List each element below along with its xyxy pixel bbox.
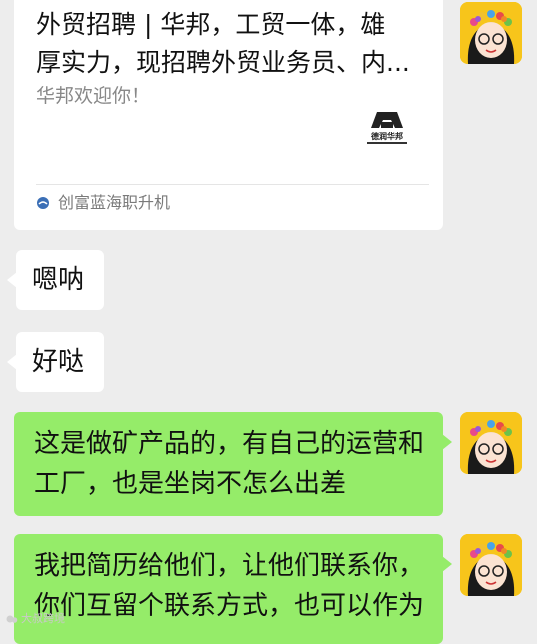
brand-logo-icon: 德润华邦 bbox=[363, 108, 411, 150]
link-card[interactable]: 外贸招聘 | 华邦，工贸一体，雄 厚实力，现招聘外贸业务员、内... 华邦欢迎你… bbox=[14, 0, 443, 230]
brand-logo-text: 德润华邦 bbox=[371, 132, 403, 141]
avatar-girl-icon bbox=[460, 412, 522, 474]
message-text: 嗯呐 bbox=[32, 265, 85, 295]
source-icon bbox=[37, 197, 49, 209]
card-title-line-1: 外贸招聘 | 华邦，工贸一体，雄 bbox=[36, 10, 386, 39]
card-source-label: 创富蓝海职升机 bbox=[58, 193, 171, 212]
message-bubble-received[interactable]: 好哒 bbox=[7, 332, 104, 392]
avatar-girl-icon bbox=[460, 2, 522, 64]
message-text-line-1: 这是做矿产品的，有自己的运营和 bbox=[34, 429, 425, 459]
message-bubble-received[interactable]: 嗯呐 bbox=[7, 250, 104, 310]
message-bubble-sent[interactable]: 这是做矿产品的，有自己的运营和 工厂，也是坐岗不怎么出差 bbox=[14, 412, 452, 516]
watermark-text: 大叔跨境 bbox=[21, 612, 65, 625]
avatar-girl-icon bbox=[460, 534, 522, 596]
card-title-line-2: 厚实力，现招聘外贸业务员、内... bbox=[36, 48, 410, 77]
card-divider bbox=[36, 184, 429, 185]
card-title: 外贸招聘 | 华邦，工贸一体，雄 厚实力，现招聘外贸业务员、内... bbox=[36, 6, 431, 82]
message-text-line-2: 你们互留个联系方式，也可以作为 bbox=[34, 591, 425, 621]
message-text-line-1: 我把简历给他们，让他们联系你， bbox=[34, 551, 425, 581]
message-text: 好哒 bbox=[32, 347, 85, 377]
message-text-line-2: 工厂，也是坐岗不怎么出差 bbox=[34, 469, 347, 499]
card-subtitle: 华邦欢迎你！ bbox=[36, 85, 151, 107]
watermark: 大叔跨境 bbox=[6, 611, 65, 627]
message-bubble-sent[interactable]: 我把简历给他们，让他们联系你， 你们互留个联系方式，也可以作为 bbox=[14, 534, 452, 644]
avatar[interactable] bbox=[460, 412, 522, 474]
avatar[interactable] bbox=[460, 534, 522, 596]
card-source: 创富蓝海职升机 bbox=[36, 189, 170, 217]
watermark-icon bbox=[6, 615, 18, 623]
avatar[interactable] bbox=[460, 2, 522, 64]
